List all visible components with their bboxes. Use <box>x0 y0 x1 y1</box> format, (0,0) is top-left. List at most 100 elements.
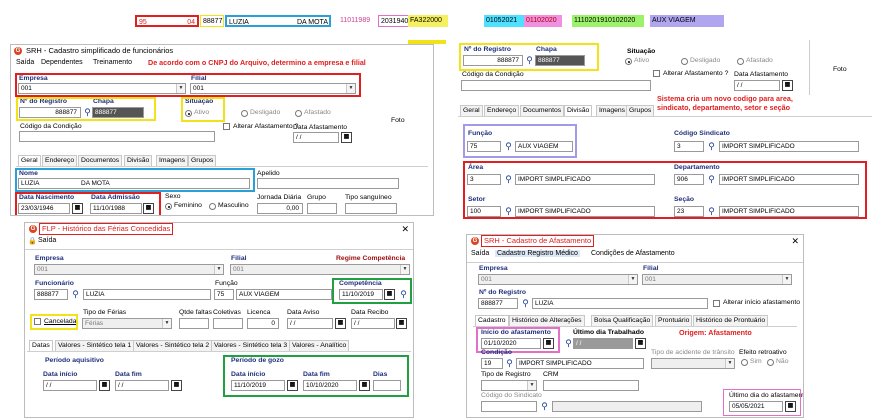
data-aviso-label: Data Aviso <box>287 309 320 316</box>
apelido-field[interactable] <box>257 178 399 189</box>
tab-divisao[interactable]: Divisão <box>124 155 153 166</box>
cond-field[interactable] <box>461 80 651 91</box>
menu-saida[interactable]: Saída <box>16 59 34 66</box>
tab-analitico[interactable]: Valores - Analítico <box>289 340 350 351</box>
exit-icon[interactable]: 🔒 <box>28 237 37 245</box>
data-afast-field[interactable]: / / <box>734 80 780 91</box>
menu-saida[interactable]: Saída <box>471 250 489 257</box>
funcionario-field[interactable]: 888877 <box>34 289 68 300</box>
calendar-icon[interactable]: ▦ <box>396 318 407 329</box>
tab-documentos[interactable]: Documentos <box>520 105 565 116</box>
radio-feminino[interactable] <box>165 203 172 210</box>
tab-imagens[interactable]: Imagens <box>596 105 629 116</box>
title-bar: G SRH - Cadastro simplificado de funcion… <box>11 45 433 57</box>
radio-sim[interactable] <box>741 359 748 366</box>
data-aviso-field[interactable]: / / <box>287 318 333 329</box>
divider <box>467 262 803 263</box>
data-recibo-field[interactable]: / / <box>351 318 395 329</box>
app-logo-icon: G <box>29 225 37 233</box>
window-title: SRH - Cadastro de Afastamento <box>481 235 595 247</box>
menu-treinamento[interactable]: Treinamento <box>93 59 132 66</box>
menu-condicoes[interactable]: Condições de Afastamento <box>591 250 675 257</box>
tab-sintetico-2[interactable]: Valores - Sintético tela 2 <box>133 340 213 351</box>
empresa-select[interactable]: 001 ▼ <box>478 274 638 285</box>
filial-select[interactable]: 001 ▼ <box>230 264 410 275</box>
licenca-field[interactable]: 0 <box>247 318 279 329</box>
tab-imagens[interactable]: Imagens <box>156 155 189 166</box>
calendar-icon[interactable]: ▦ <box>99 380 110 391</box>
title-bar: G FLP - Histórico das Férias Concedidas … <box>25 223 413 235</box>
calendar-icon[interactable]: ▦ <box>782 80 793 91</box>
tab-endereco[interactable]: Endereço <box>484 105 520 116</box>
close-icon[interactable]: ✕ <box>401 224 409 234</box>
tab-endereco[interactable]: Endereço <box>42 155 78 166</box>
sindicato-code-field[interactable]: 3 <box>674 141 704 152</box>
aq-fim-field[interactable]: / / <box>115 380 169 391</box>
highlight-box <box>408 40 446 44</box>
tipo-sang-field[interactable] <box>345 203 397 214</box>
tipo-sang-label: Tipo sanguíneo <box>345 194 392 201</box>
tab-sintetico-1[interactable]: Valores - Sintético tela 1 <box>55 340 135 351</box>
tipo-ferias-select[interactable]: Férias ▼ <box>82 318 172 329</box>
tab-bolsa-qualificacao[interactable]: Bolsa Qualificação <box>591 315 654 326</box>
radio-nao[interactable] <box>767 359 774 366</box>
tab-grupos[interactable]: Grupos <box>188 155 217 166</box>
calendar-icon[interactable]: ▦ <box>635 338 646 349</box>
aq-inicio-field[interactable]: / / <box>43 380 97 391</box>
cond-field[interactable] <box>19 131 215 142</box>
radio-masculino[interactable] <box>209 203 216 210</box>
tab-grupos[interactable]: Grupos <box>626 105 655 116</box>
nreg-field[interactable]: 888877 <box>478 298 518 309</box>
menu-saida[interactable]: Saída <box>38 237 56 244</box>
data-afast-field[interactable]: / / <box>293 132 339 143</box>
tipo-registro-select[interactable]: ▼ <box>481 380 537 391</box>
alterar-inicio-checkbox[interactable] <box>713 300 720 307</box>
highlight-box <box>15 73 361 97</box>
funcionario-name-field: LUZIA <box>83 289 211 300</box>
tab-historico-prontuario[interactable]: Histórico de Prontuário <box>693 315 769 326</box>
tab-geral[interactable]: Geral <box>460 105 483 116</box>
crm-field[interactable] <box>543 380 639 391</box>
menu-bar: 🔒 Saída <box>25 237 413 248</box>
tab-bar: Datas Valores - Sintético tela 1 Valores… <box>29 340 409 352</box>
jornada-field[interactable]: 0,00 <box>257 203 303 214</box>
alterar-checkbox[interactable] <box>653 70 660 77</box>
cod-sindicato-field[interactable] <box>481 401 537 412</box>
empresa-select[interactable]: 001 ▼ <box>34 264 224 275</box>
search-icon[interactable]: ⚲ <box>520 298 531 309</box>
radio-ativo[interactable] <box>625 58 632 65</box>
tipo-acidente-select[interactable]: ▼ <box>651 358 735 369</box>
radio-afastado[interactable] <box>737 58 744 65</box>
calendar-icon[interactable]: ▦ <box>171 380 182 391</box>
divider <box>25 249 413 250</box>
search-icon[interactable]: ⚲ <box>706 141 717 152</box>
search-icon[interactable]: ⚲ <box>504 358 515 369</box>
record-field-6: FA322000 <box>408 15 448 27</box>
tab-documentos[interactable]: Documentos <box>78 155 123 166</box>
menu-registro-medico[interactable]: Cadastro Registro Médico <box>495 250 580 257</box>
tab-prontuario[interactable]: Prontuário <box>655 315 693 326</box>
window-title: FLP - Histórico das Férias Concedidas <box>39 223 174 235</box>
radio-afastado[interactable] <box>295 110 302 117</box>
radio-desligado[interactable] <box>241 110 248 117</box>
qtde-faltas-field[interactable] <box>179 318 209 329</box>
condicao-code-field[interactable]: 19 <box>481 358 503 369</box>
alterar-checkbox[interactable] <box>223 123 230 130</box>
radio-desligado[interactable] <box>681 58 688 65</box>
tab-historico-alteracoes[interactable]: Histórico de Alterações <box>509 315 585 326</box>
close-icon[interactable]: ✕ <box>791 236 799 246</box>
calendar-icon[interactable]: ▦ <box>341 132 352 143</box>
filial-select[interactable]: 001 ▼ <box>642 274 792 285</box>
nreg-label: Nº do Registro <box>479 289 527 296</box>
ultimo-trab-field[interactable]: / / <box>573 338 633 349</box>
cond-label: Código da Condição <box>462 71 524 78</box>
menu-dependentes[interactable]: Dependentes <box>41 59 83 66</box>
coletivas-field[interactable] <box>213 318 243 329</box>
calendar-icon[interactable]: ▦ <box>335 318 346 329</box>
search-icon[interactable]: ⚲ <box>70 289 81 300</box>
grupo-field[interactable] <box>307 203 337 214</box>
tab-sintetico-3[interactable]: Valores - Sintético tela 3 <box>211 340 291 351</box>
search-icon[interactable]: ⚲ <box>539 401 550 412</box>
periodo-aquisitivo-label: Período aquisitivo <box>45 357 104 364</box>
sexo-label: Sexo <box>165 193 181 200</box>
